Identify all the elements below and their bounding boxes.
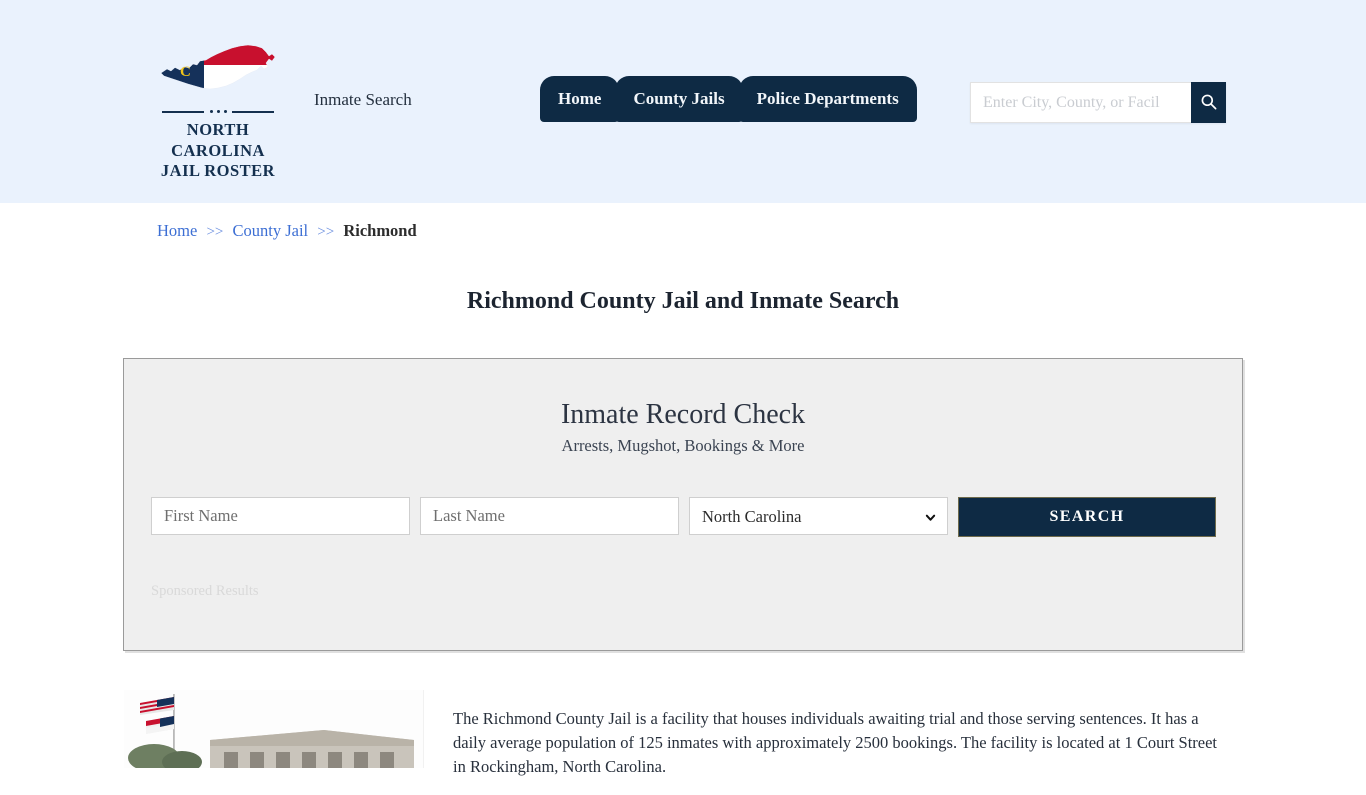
state-select-wrapper: North Carolina <box>689 497 948 535</box>
svg-text:C: C <box>180 64 191 80</box>
last-name-input[interactable] <box>420 497 679 535</box>
logo-line-2: JAIL ROSTER <box>160 161 276 181</box>
first-name-input[interactable] <box>151 497 410 535</box>
inmate-search-form: North Carolina SEARCH <box>151 497 1216 537</box>
nav-item-county-jails[interactable]: County Jails <box>615 76 743 122</box>
header-search-input[interactable] <box>970 82 1191 123</box>
site-header: C NORTH CAROLINA JAIL ROSTER Inmate Sear… <box>0 0 1366 203</box>
inmate-search-button[interactable]: SEARCH <box>958 497 1216 537</box>
logo-divider-ornament <box>162 106 274 116</box>
page-title: Richmond County Jail and Inmate Search <box>466 288 900 315</box>
breadcrumb-separator: >> <box>206 224 224 240</box>
jail-photo <box>124 690 424 768</box>
north-carolina-state-map-icon: C <box>158 38 278 100</box>
breadcrumb-separator: >> <box>317 224 335 240</box>
main-navigation: Home County Jails Police Departments <box>540 76 917 122</box>
panel-subtitle: Arrests, Mugshot, Bookings & More <box>561 436 805 455</box>
breadcrumb-link-home[interactable]: Home <box>157 221 197 240</box>
state-select[interactable]: North Carolina <box>689 497 948 535</box>
search-icon <box>1199 92 1218 114</box>
panel-title: Inmate Record Check <box>560 399 806 430</box>
nav-item-police-departments[interactable]: Police Departments <box>738 76 917 122</box>
jail-info-section: The Richmond County Jail is a facility t… <box>124 690 1244 795</box>
site-tagline: Inmate Search <box>314 90 412 109</box>
inmate-record-check-panel: Inmate Record Check Arrests, Mugshot, Bo… <box>123 358 1243 651</box>
header-search <box>970 82 1226 123</box>
header-inner: C NORTH CAROLINA JAIL ROSTER Inmate Sear… <box>0 0 1366 203</box>
nav-item-home[interactable]: Home <box>540 76 620 122</box>
site-logo[interactable]: C NORTH CAROLINA JAIL ROSTER <box>148 38 288 182</box>
header-search-button[interactable] <box>1191 82 1226 123</box>
logo-line-1: NORTH CAROLINA <box>171 120 265 160</box>
sponsored-results-label: Sponsored Results <box>151 583 259 599</box>
breadcrumb: Home >> County Jail >> Richmond <box>157 221 417 241</box>
breadcrumb-link-county-jail[interactable]: County Jail <box>233 221 309 240</box>
breadcrumb-current: Richmond <box>343 221 417 240</box>
